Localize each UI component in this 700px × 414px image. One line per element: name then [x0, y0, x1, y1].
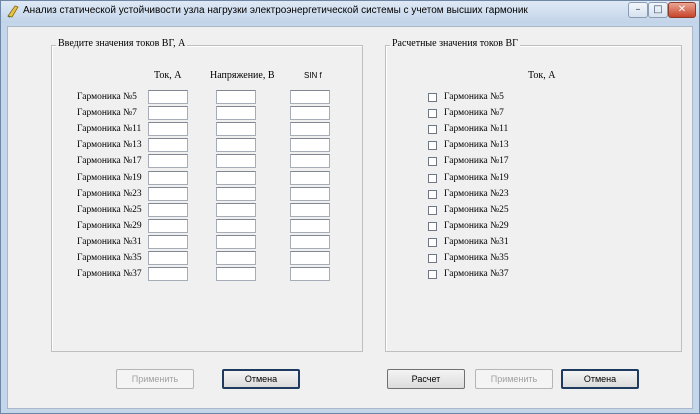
right-row-label: Гармоника №37 [444, 269, 509, 280]
current-input[interactable] [148, 218, 188, 233]
harmonic-checkbox[interactable] [428, 109, 437, 119]
right-row-label: Гармоника №19 [444, 172, 509, 183]
harmonic-checkbox[interactable] [428, 173, 437, 183]
col-header-sin: SIN f [304, 71, 322, 80]
sin-input[interactable] [290, 202, 330, 217]
close-icon[interactable]: ✕ [668, 2, 696, 18]
col-header-voltage: Напряжение, В [210, 70, 275, 81]
left-row-label: Гармоника №31 [77, 236, 142, 247]
voltage-input[interactable] [216, 186, 256, 201]
cancel-left-button[interactable]: Отмена [222, 369, 300, 389]
computed-col-header-current: Ток, А [528, 70, 556, 81]
minimize-icon[interactable]: – [628, 2, 648, 18]
apply-right-button[interactable]: Применить [475, 369, 553, 389]
left-row-label: Гармоника №5 [77, 92, 137, 102]
client-area: Введите значения токов ВГ, А Ток, А Напр… [7, 26, 693, 409]
current-input[interactable] [148, 170, 188, 185]
left-row-label: Гармоника №11 [77, 124, 142, 135]
main-window: Анализ статической устойчивости узла наг… [0, 0, 700, 414]
right-row-label: Гармоника №31 [444, 236, 509, 247]
left-row-label: Гармоника №17 [77, 156, 142, 167]
voltage-input[interactable] [216, 202, 256, 217]
sin-input[interactable] [290, 106, 330, 121]
harmonic-checkbox[interactable] [428, 237, 437, 247]
voltage-input[interactable] [216, 138, 256, 153]
left-row-label: Гармоника №37 [77, 269, 142, 280]
col-header-current: Ток, А [154, 70, 182, 81]
current-input[interactable] [148, 90, 188, 104]
voltage-input[interactable] [216, 170, 256, 185]
current-input[interactable] [148, 154, 188, 169]
right-row-label: Гармоника №11 [444, 124, 509, 135]
apply-left-button[interactable]: Применить [116, 369, 194, 389]
left-row-label: Гармоника №29 [77, 220, 142, 231]
voltage-input[interactable] [216, 234, 256, 249]
sin-input[interactable] [290, 122, 330, 137]
harmonic-checkbox[interactable] [428, 221, 437, 231]
current-input[interactable] [148, 234, 188, 249]
harmonic-checkbox[interactable] [428, 270, 437, 280]
voltage-input[interactable] [216, 106, 256, 121]
left-row-label: Гармоника №25 [77, 204, 142, 215]
harmonic-checkbox[interactable] [428, 141, 437, 151]
app-icon [7, 5, 19, 18]
right-row-label: Гармоника №29 [444, 220, 509, 231]
sin-input[interactable] [290, 251, 330, 265]
harmonic-checkbox[interactable] [428, 205, 437, 215]
voltage-input[interactable] [216, 90, 256, 104]
maximize-icon[interactable]: □ [648, 2, 668, 18]
right-row-label: Гармоника №25 [444, 204, 509, 215]
computed-group-title: Расчетные значения токов ВГ [390, 38, 520, 49]
right-row-label: Гармоника №17 [444, 156, 509, 167]
voltage-input[interactable] [216, 218, 256, 233]
current-input[interactable] [148, 122, 188, 137]
current-input[interactable] [148, 267, 188, 282]
current-input[interactable] [148, 186, 188, 201]
harmonic-checkbox[interactable] [428, 254, 437, 263]
right-row-label: Гармоника №35 [444, 253, 509, 263]
sin-input[interactable] [290, 186, 330, 201]
current-input[interactable] [148, 202, 188, 217]
left-row-label: Гармоника №23 [77, 188, 142, 199]
voltage-input[interactable] [216, 154, 256, 169]
left-row-label: Гармоника №35 [77, 253, 142, 263]
left-row-label: Гармоника №13 [77, 140, 142, 151]
cancel-right-button[interactable]: Отмена [561, 369, 639, 389]
right-row-label: Гармоника №13 [444, 140, 509, 151]
harmonic-checkbox[interactable] [428, 157, 437, 167]
calc-button[interactable]: Расчет [387, 369, 465, 389]
input-group-title: Введите значения токов ВГ, А [56, 38, 188, 49]
right-row-label: Гармоника №5 [444, 92, 504, 102]
right-row-label: Гармоника №23 [444, 188, 509, 199]
window-title: Анализ статической устойчивости узла наг… [23, 5, 528, 16]
sin-input[interactable] [290, 154, 330, 169]
current-input[interactable] [148, 106, 188, 121]
voltage-input[interactable] [216, 251, 256, 265]
sin-input[interactable] [290, 234, 330, 249]
current-input[interactable] [148, 138, 188, 153]
harmonic-checkbox[interactable] [428, 93, 437, 102]
sin-input[interactable] [290, 138, 330, 153]
current-input[interactable] [148, 251, 188, 265]
harmonic-checkbox[interactable] [428, 189, 437, 199]
voltage-input[interactable] [216, 267, 256, 282]
sin-input[interactable] [290, 170, 330, 185]
sin-input[interactable] [290, 267, 330, 282]
sin-input[interactable] [290, 90, 330, 104]
right-row-label: Гармоника №7 [444, 108, 504, 119]
left-row-label: Гармоника №19 [77, 172, 142, 183]
left-row-label: Гармоника №7 [77, 108, 137, 119]
voltage-input[interactable] [216, 122, 256, 137]
harmonic-checkbox[interactable] [428, 125, 437, 135]
sin-input[interactable] [290, 218, 330, 233]
title-bar[interactable]: Анализ статической устойчивости узла наг… [1, 1, 699, 23]
